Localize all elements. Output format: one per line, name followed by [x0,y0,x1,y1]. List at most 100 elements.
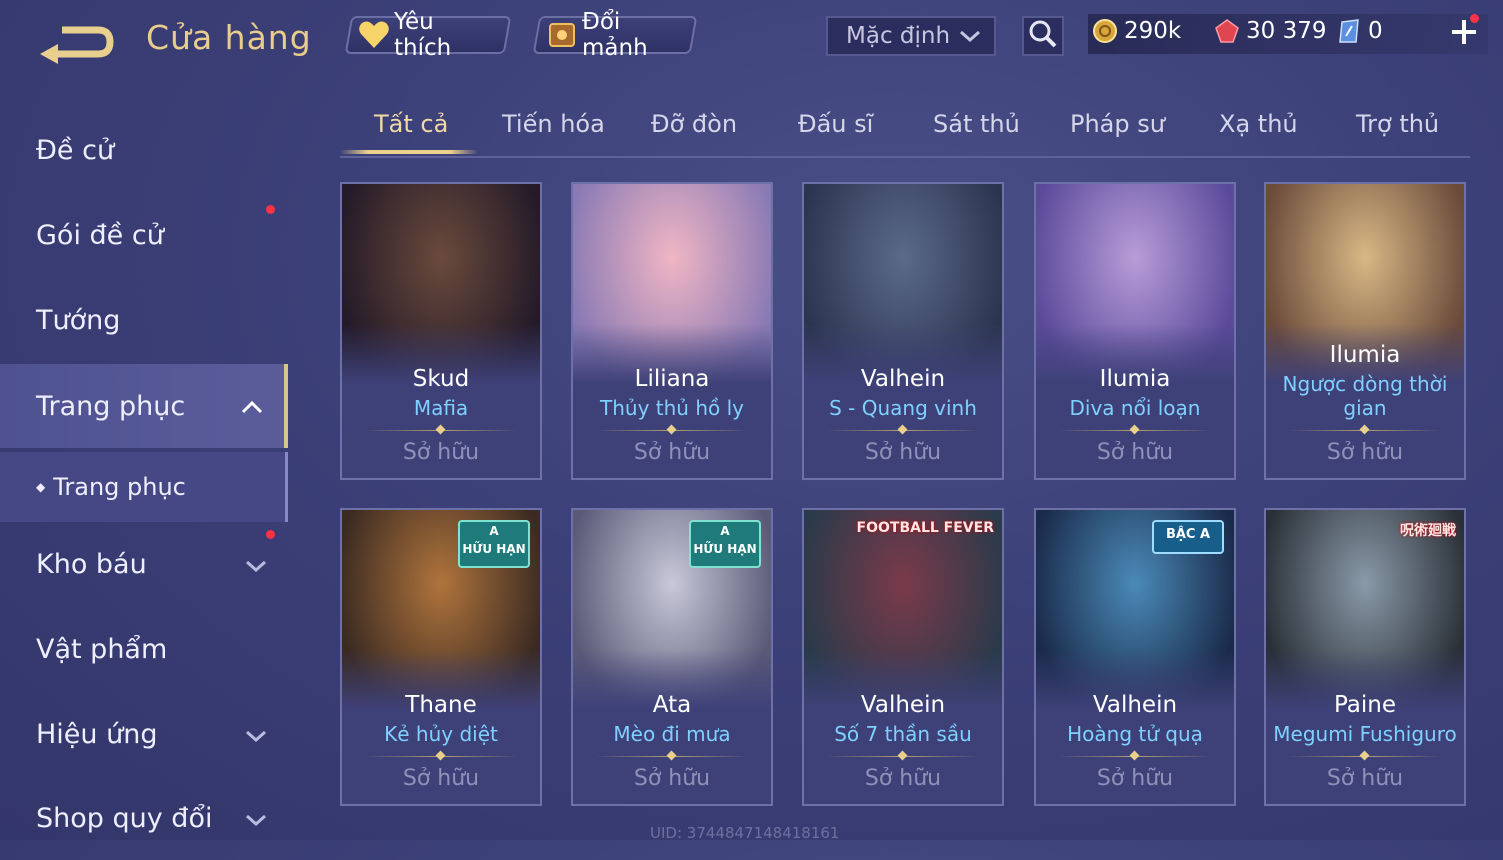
skin-card[interactable]: Valhein S - Quang vinh Sở hữu [802,182,1004,480]
tab-marksman[interactable]: Xạ thủ [1219,110,1298,138]
skin-card[interactable]: BẬC A Valhein Hoàng tử quạ Sở hữu [1034,508,1236,806]
sidebar-item-label: Trang phục [53,473,186,501]
chevron-down-icon [244,806,268,837]
ruby-amount: 30 379 [1246,18,1327,44]
owned-status: Sở hữu [402,766,480,791]
exchange-label: Đổi mảnh [582,9,648,61]
tab-evolution[interactable]: Tiến hóa [502,110,605,138]
tab-fighter[interactable]: Đấu sĩ [798,110,873,138]
sidebar-item-label: Tướng [36,304,121,336]
sidebar-subitem-skins[interactable]: ◆ Trang phục [0,452,288,522]
hero-name: Valhein [860,366,946,392]
owned-status: Sở hữu [864,440,942,465]
skin-name: Megumi Fushiguro [1273,722,1457,746]
gold-coin-icon [1092,18,1118,44]
sort-value: Mặc định [846,23,951,49]
event-logo: 呪術廻戦 [1400,523,1456,539]
owned-status: Sở hữu [1096,766,1174,791]
voucher-icon [1336,18,1362,44]
sidebar-item-label: Hiệu ứng [36,718,158,750]
hero-name: Valhein [860,692,946,718]
skin-card[interactable]: A HỮU HẠN Thane Kẻ hủy diệt Sở hữu [340,508,542,806]
skin-card[interactable]: Skud Mafia Sở hữu [340,182,542,480]
top-bar: Cửa hàng Yêu thích Đổi mảnh Mặc định 290… [0,0,1503,80]
event-logo: FOOTBALL FEVER [856,520,994,536]
tab-support[interactable]: Trợ thủ [1356,110,1439,138]
chevron-up-icon [240,394,264,425]
divider [1058,756,1212,757]
owned-status: Sở hữu [633,440,711,465]
sort-dropdown[interactable]: Mặc định [826,16,996,56]
sidebar-item-label: Trang phục [36,390,186,422]
uid-watermark: UID: 3744847148418161 [650,824,840,842]
diamond-bullet-icon: ◆ [36,480,46,494]
search-icon [1028,19,1058,53]
exchange-fragments-button[interactable]: Đổi mảnh [532,9,698,61]
notification-dot [266,205,275,214]
owned-status: Sở hữu [633,766,711,791]
hero-name: Ilumia [1099,366,1171,392]
ruby-balance: 30 379 [1214,18,1326,44]
owned-status: Sở hữu [1096,440,1174,465]
sidebar-item-recommended[interactable]: Đề cử [0,108,288,192]
divider [1288,756,1442,757]
skin-name: Thủy thủ hồ ly [600,396,744,420]
skin-name: Hoàng tử quạ [1067,722,1203,746]
skin-name: Mèo đi mưa [613,722,731,746]
skin-card[interactable]: A HỮU HẠN Ata Mèo đi mưa Sở hữu [571,508,773,806]
sidebar-item-label: Kho báu [36,548,147,580]
sidebar-item-label: Shop quy đổi [36,802,213,834]
divider [595,430,749,431]
rank-badge: BẬC A [1152,520,1224,554]
sidebar: Đề cử Gói đề cử Tướng Trang phục ◆ Trang… [0,100,290,840]
owned-status: Sở hữu [1326,440,1404,465]
skin-name: Số 7 thần sầu [834,722,972,746]
search-button[interactable] [1022,16,1064,56]
tab-all[interactable]: Tất cả [374,110,448,138]
back-arrow-icon[interactable] [36,20,116,64]
skin-grid: Skud Mafia Sở hữu Liliana Thủy thủ hồ ly Sở h… [340,182,1470,840]
hero-name: Ata [652,692,692,718]
role-tabs: Tất cả Tiến hóa Đỡ đòn Đấu sĩ Sát thủ Ph… [340,100,1470,158]
tab-tank[interactable]: Đỡ đòn [651,110,737,138]
gold-balance: 290k [1092,18,1181,44]
active-tab-indicator [340,150,478,154]
rank-badge: A HỮU HẠN [458,520,530,568]
sidebar-item-exchange-shop[interactable]: Shop quy đổi [0,776,288,860]
tab-assassin[interactable]: Sát thủ [933,110,1020,138]
sidebar-item-heroes[interactable]: Tướng [0,278,288,362]
voucher-balance: 0 [1336,18,1383,44]
skin-card[interactable]: FOOTBALL FEVER Valhein Số 7 thần sầu Sở hữu [802,508,1004,806]
hero-name: Skud [412,366,470,392]
tab-mage[interactable]: Pháp sư [1070,110,1165,138]
divider [1288,430,1442,431]
sidebar-item-effects[interactable]: Hiệu ứng [0,692,288,776]
favorite-label: Yêu thích [394,9,452,61]
ruby-icon [1214,18,1240,44]
hero-name: Liliana [634,366,710,392]
divider [595,756,749,757]
sidebar-item-items[interactable]: Vật phẩm [0,607,288,691]
hero-name: Thane [405,692,477,718]
divider [1058,430,1212,431]
sidebar-item-skins[interactable]: Trang phục [0,364,288,448]
fragment-chest-icon [546,20,578,50]
divider [364,430,518,431]
page-title: Cửa hàng [146,18,312,57]
notification-dot [1470,14,1479,23]
skin-card[interactable]: Ilumia Diva nổi loạn Sở hữu [1034,182,1236,480]
favorite-button[interactable]: Yêu thích [344,9,512,61]
owned-status: Sở hữu [1326,766,1404,791]
chevron-down-icon [244,722,268,753]
skin-card[interactable]: Liliana Thủy thủ hồ ly Sở hữu [571,182,773,480]
skin-card[interactable]: Ilumia Ngược dòng thời gian Sở hữu [1264,182,1466,480]
hero-name: Paine [1333,692,1397,718]
skin-name: Ngược dòng thời gian [1282,372,1448,420]
skin-card[interactable]: 呪術廻戦 Paine Megumi Fushiguro Sở hữu [1264,508,1466,806]
owned-status: Sở hữu [402,440,480,465]
sidebar-item-recommended-packs[interactable]: Gói đề cử [0,193,288,277]
sidebar-item-label: Vật phẩm [36,633,168,665]
sidebar-item-label: Đề cử [36,134,115,166]
hero-name: Ilumia [1329,342,1401,368]
sidebar-item-treasure[interactable]: Kho báu [0,522,288,606]
